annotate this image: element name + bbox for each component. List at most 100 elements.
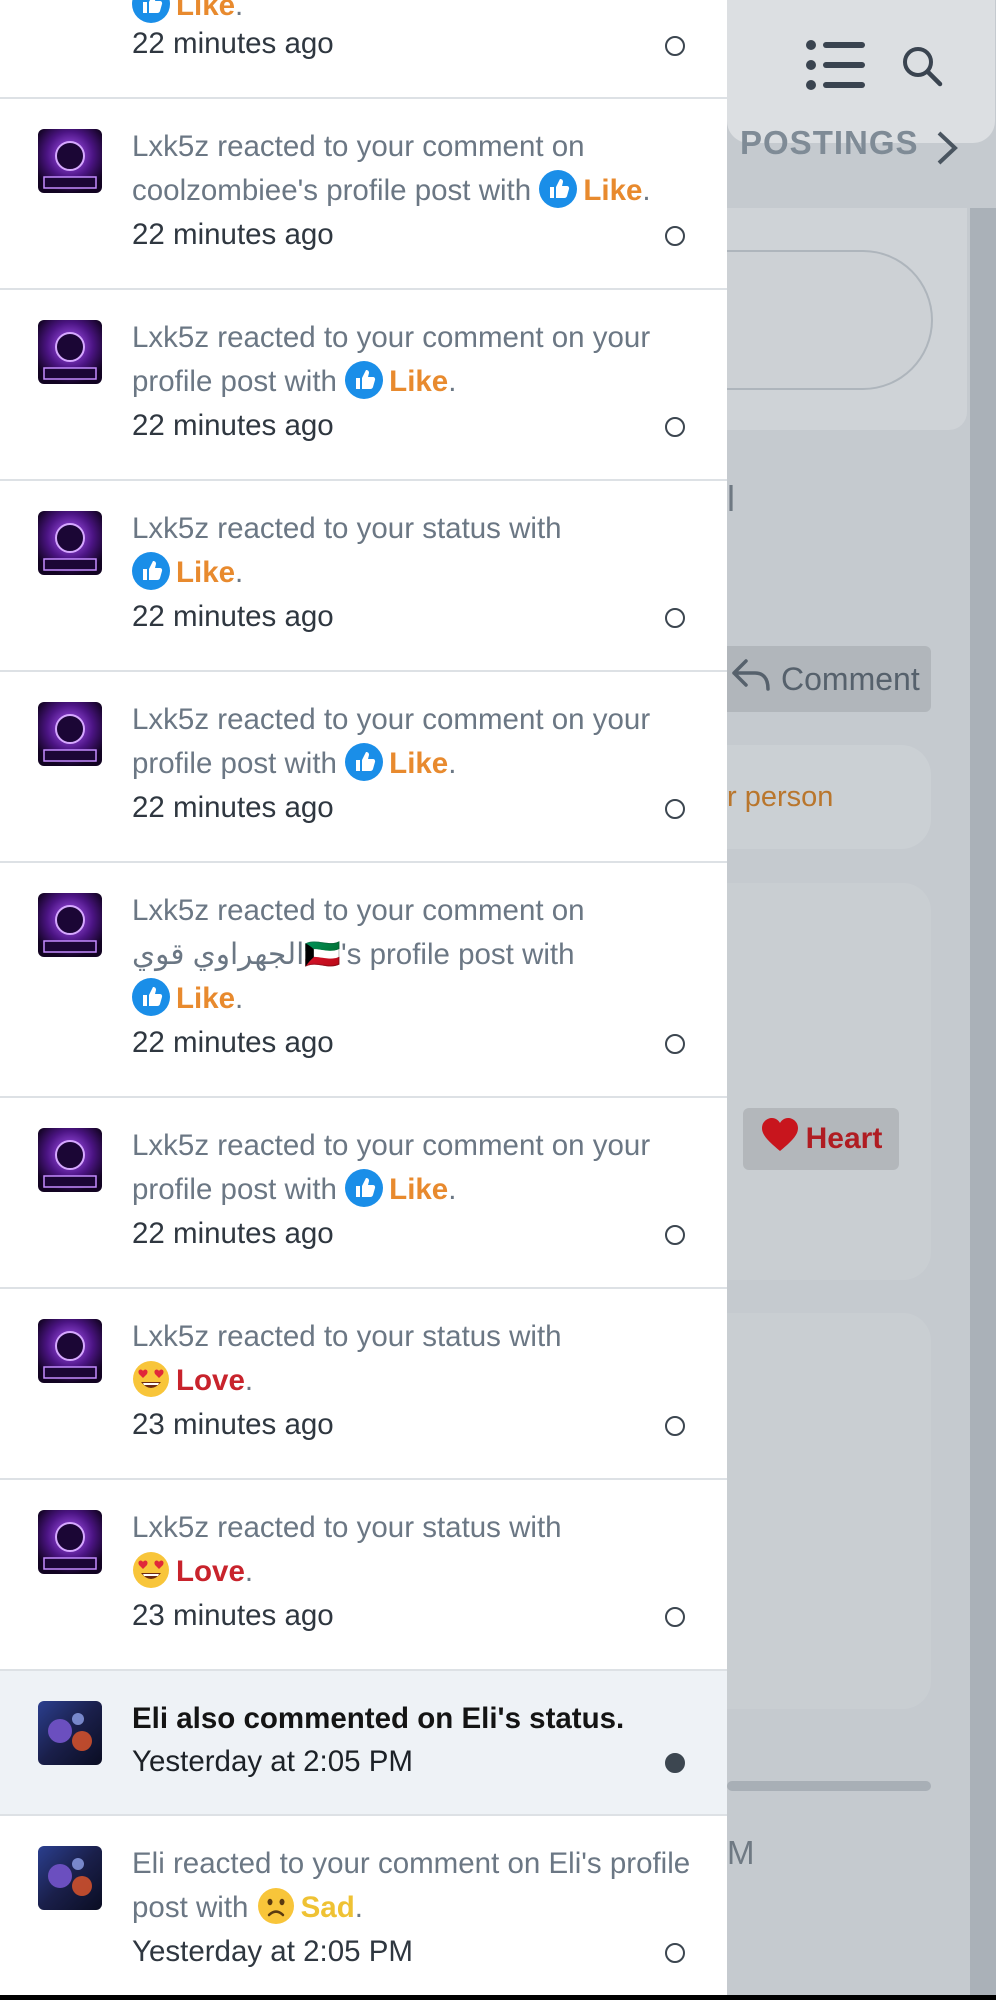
notification-time: 22 minutes ago [132,1026,334,1059]
notification-message: Eli also commented on Eli's status. [132,1702,625,1735]
thumbs-up-icon [345,743,384,781]
notification-message: Eli reacted to your comment on Eli's pro… [132,1847,691,1924]
heart-button-label: Heart [805,1122,883,1155]
notification-item[interactable]: Eli reacted to your comment on Eli's pro… [0,1816,727,2000]
avatar[interactable] [38,893,102,957]
notification-item[interactable]: Eli also commented on Eli's status. Yest… [0,1671,727,1816]
mark-read-toggle[interactable] [665,226,685,246]
reaction-label: Like [176,982,236,1015]
notification-text: Lxk5z reacted to your status with Love. [132,1511,562,1589]
notification-message: Lxk5z reacted to your comment on الجهراو… [132,894,585,971]
notification-item[interactable]: Lxk5z reacted to your status with Like. … [0,481,727,672]
chevron-right-icon [934,130,960,171]
mark-read-toggle[interactable] [665,417,685,437]
reaction-label: Like [176,556,236,589]
notification-text: Lxk5z reacted to your comment on your pr… [132,321,651,399]
post-card [727,883,931,1280]
thumbs-up-icon [345,361,384,399]
notification-text: Lxk5z reacted to your status with Love. [132,1320,562,1398]
sad-face-emoji-icon [257,1887,295,1925]
avatar[interactable] [38,320,102,384]
notification-item[interactable]: Lxk5z reacted to your comment on الجهراو… [0,863,727,1098]
reaction-label: Like [389,365,449,398]
thumbs-up-icon [132,978,170,1016]
notification-text: Lxk5z reacted to your comment on coolzom… [132,130,651,208]
page-edge-strip [970,208,996,2000]
heart-eyes-emoji-icon [132,1551,170,1589]
thumbs-up-icon [345,1169,384,1207]
notification-time: Yesterday at 2:05 PM [132,1935,413,1968]
avatar[interactable] [38,1701,102,1765]
notification-time: 22 minutes ago [132,1217,334,1250]
avatar[interactable] [38,1510,102,1574]
search-icon[interactable] [900,44,944,93]
thumbs-up-icon [132,552,170,590]
notification-item[interactable]: Lxk5z reacted to your comment on your pr… [0,1098,727,1289]
notification-message: Lxk5z reacted to your comment on coolzom… [132,130,585,207]
post-time-fragment: M [727,1834,755,1871]
reaction-label: Like [389,747,449,780]
mark-read-toggle[interactable] [665,1943,685,1963]
notification-item[interactable]: Lxk5z reacted to your status with Love. … [0,1289,727,1480]
list-menu-icon[interactable] [805,38,867,97]
site-header [727,0,995,143]
reaction-label: Love [176,1364,245,1397]
reaction-summary-text: r person [727,780,834,813]
mark-read-toggle[interactable] [665,1753,685,1773]
avatar[interactable] [38,1319,102,1383]
notification-item[interactable]: Like. 22 minutes ago [0,0,727,99]
notification-item[interactable]: Lxk5z reacted to your comment on your pr… [0,672,727,863]
comment-button-label: Comment [781,660,920,697]
notification-text: Lxk5z reacted to your comment on الجهراو… [132,894,585,1016]
avatar[interactable] [38,129,102,193]
notification-text: Eli reacted to your comment on Eli's pro… [132,1847,691,1925]
reaction-label: Love [176,1555,245,1588]
notification-message: Lxk5z reacted to your status with [132,1320,562,1353]
mark-read-toggle[interactable] [665,799,685,819]
mark-read-toggle[interactable] [665,1034,685,1054]
avatar[interactable] [38,702,102,766]
mark-read-toggle[interactable] [665,1225,685,1245]
background-text-fragment: l [727,478,735,519]
notification-item[interactable]: Lxk5z reacted to your comment on your pr… [0,290,727,481]
heart-icon [760,1117,800,1161]
status-input[interactable] [727,250,933,390]
notification-message: Lxk5z reacted to your status with [132,512,562,545]
post-card [727,1313,931,1709]
mark-read-toggle[interactable] [665,1416,685,1436]
reaction-label: Like [389,1173,449,1206]
reaction-summary-pill[interactable]: r person [727,745,931,849]
divider-bar [727,1781,931,1791]
notification-time: 22 minutes ago [132,218,334,251]
mark-read-toggle[interactable] [665,36,685,56]
reaction-label: Like [583,174,643,207]
notification-time: Yesterday at 2:05 PM [132,1745,413,1778]
system-bar-edge [0,1995,996,2000]
reaction-label: Like [176,0,236,22]
reply-arrow-icon [731,657,771,701]
notification-time: 23 minutes ago [132,1599,334,1632]
notifications-drawer: Like. 22 minutes ago Lxk5z reacted to yo… [0,0,727,2000]
notification-text: Lxk5z reacted to your comment on your pr… [132,703,651,781]
avatar[interactable] [38,511,102,575]
notification-message: Lxk5z reacted to your status with [132,1511,562,1544]
notification-time: 22 minutes ago [132,409,334,442]
heart-eyes-emoji-icon [132,1360,170,1398]
notification-text: Lxk5z reacted to your status with Like. [132,512,562,590]
comment-button[interactable]: Comment [727,646,931,712]
notification-time: 22 minutes ago [132,791,334,824]
notification-item[interactable]: Lxk5z reacted to your status with Love. … [0,1480,727,1671]
avatar[interactable] [38,1846,102,1910]
mark-read-toggle[interactable] [665,608,685,628]
notification-time: 22 minutes ago [132,600,334,633]
notification-time: 23 minutes ago [132,1408,334,1441]
notification-text: Eli also commented on Eli's status. [132,1697,692,1741]
mark-read-toggle[interactable] [665,1607,685,1627]
nav-postings-link[interactable]: POSTINGS [740,124,919,162]
notification-item[interactable]: Lxk5z reacted to your comment on coolzom… [0,99,727,290]
heart-reaction-button[interactable]: Heart [743,1108,899,1170]
thumbs-up-icon [539,170,578,208]
notification-text: Lxk5z reacted to your comment on your pr… [132,1129,651,1207]
avatar[interactable] [38,1128,102,1192]
thumbs-up-icon [132,0,170,23]
